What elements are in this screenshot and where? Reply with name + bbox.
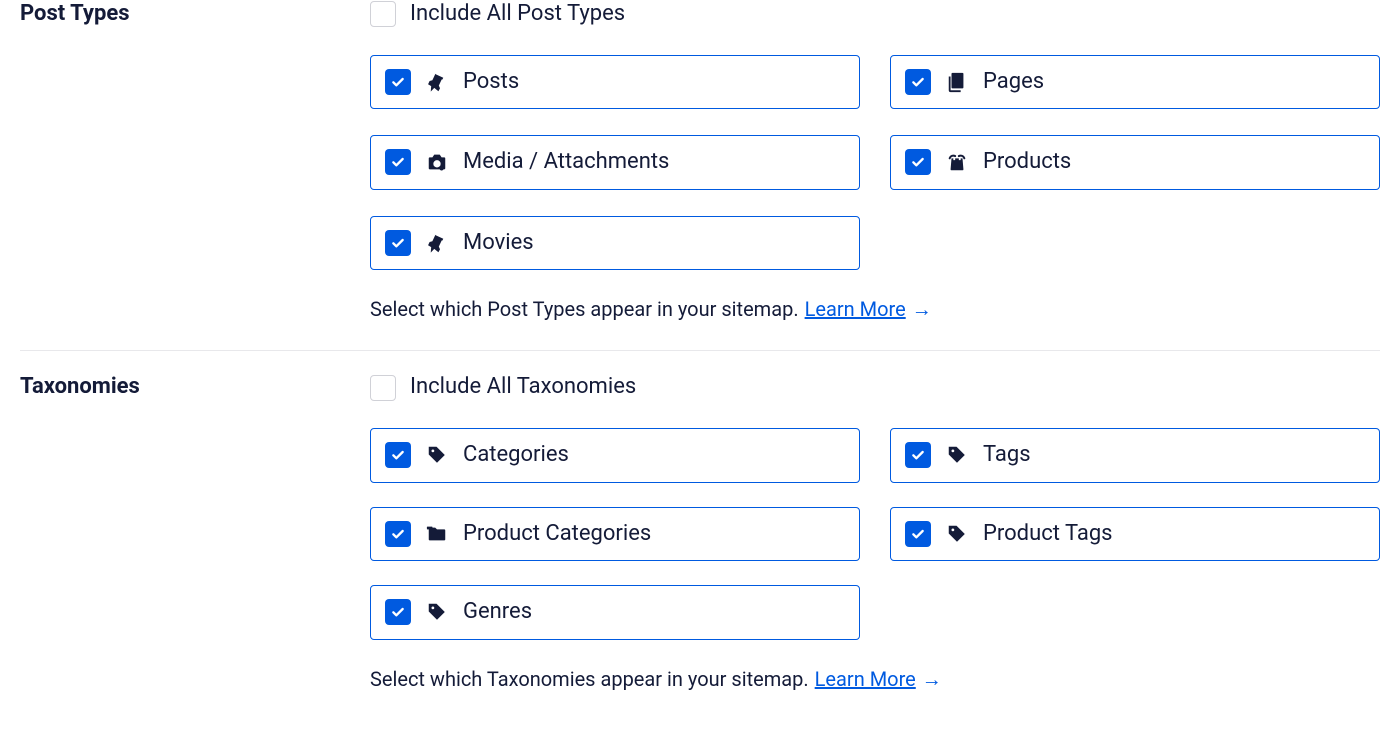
- helper-text: Select which Post Types appear in your s…: [370, 296, 799, 322]
- card-label: Products: [983, 148, 1071, 177]
- folder-icon: [425, 522, 449, 546]
- include-all-post-types-checkbox[interactable]: [370, 1, 396, 27]
- checkbox-genres[interactable]: [385, 599, 411, 625]
- section-title: Taxonomies: [20, 373, 370, 402]
- bag-icon: [945, 150, 969, 174]
- post-type-card-pages[interactable]: Pages: [890, 55, 1380, 110]
- card-label: Media / Attachments: [463, 148, 669, 177]
- pin-icon: [425, 231, 449, 255]
- learn-more-link[interactable]: Learn More: [805, 296, 906, 322]
- include-all-taxonomies-row[interactable]: Include All Taxonomies: [370, 373, 1380, 402]
- taxonomy-card-product-categories[interactable]: Product Categories: [370, 507, 860, 562]
- learn-more-link[interactable]: Learn More: [815, 666, 916, 692]
- card-label: Tags: [983, 441, 1031, 470]
- checkbox-categories[interactable]: [385, 442, 411, 468]
- tag-icon: [425, 443, 449, 467]
- checkbox-pages[interactable]: [905, 69, 931, 95]
- section-post-types: Post Types Include All Post Types Posts …: [20, 0, 1380, 350]
- card-label: Product Tags: [983, 520, 1113, 549]
- helper-text: Select which Taxonomies appear in your s…: [370, 666, 809, 692]
- camera-icon: [425, 150, 449, 174]
- taxonomies-helper: Select which Taxonomies appear in your s…: [370, 666, 1380, 692]
- section-taxonomies: Taxonomies Include All Taxonomies Catego…: [20, 350, 1380, 719]
- checkbox-product-tags[interactable]: [905, 521, 931, 547]
- card-label: Genres: [463, 598, 532, 627]
- card-label: Movies: [463, 229, 534, 258]
- arrow-right-icon: →: [922, 666, 942, 692]
- pages-icon: [945, 70, 969, 94]
- taxonomy-card-tags[interactable]: Tags: [890, 428, 1380, 483]
- include-all-post-types-label: Include All Post Types: [410, 0, 625, 29]
- post-type-card-media[interactable]: Media / Attachments: [370, 135, 860, 190]
- taxonomy-card-genres[interactable]: Genres: [370, 585, 860, 640]
- post-type-card-posts[interactable]: Posts: [370, 55, 860, 110]
- checkbox-tags[interactable]: [905, 442, 931, 468]
- tag-icon: [425, 600, 449, 624]
- post-type-card-products[interactable]: Products: [890, 135, 1380, 190]
- arrow-right-icon: →: [912, 296, 932, 322]
- post-types-helper: Select which Post Types appear in your s…: [370, 296, 1380, 322]
- checkbox-product-categories[interactable]: [385, 521, 411, 547]
- card-label: Pages: [983, 68, 1044, 97]
- checkbox-media[interactable]: [385, 149, 411, 175]
- checkbox-movies[interactable]: [385, 230, 411, 256]
- checkbox-products[interactable]: [905, 149, 931, 175]
- card-label: Product Categories: [463, 520, 651, 549]
- taxonomy-card-product-tags[interactable]: Product Tags: [890, 507, 1380, 562]
- tag-icon: [945, 522, 969, 546]
- post-type-card-movies[interactable]: Movies: [370, 216, 860, 271]
- tag-icon: [945, 443, 969, 467]
- checkbox-posts[interactable]: [385, 69, 411, 95]
- include-all-post-types-row[interactable]: Include All Post Types: [370, 0, 1380, 29]
- card-label: Posts: [463, 68, 519, 97]
- card-label: Categories: [463, 441, 569, 470]
- taxonomy-card-categories[interactable]: Categories: [370, 428, 860, 483]
- pin-icon: [425, 70, 449, 94]
- include-all-taxonomies-checkbox[interactable]: [370, 375, 396, 401]
- section-title: Post Types: [20, 0, 370, 29]
- include-all-taxonomies-label: Include All Taxonomies: [410, 373, 636, 402]
